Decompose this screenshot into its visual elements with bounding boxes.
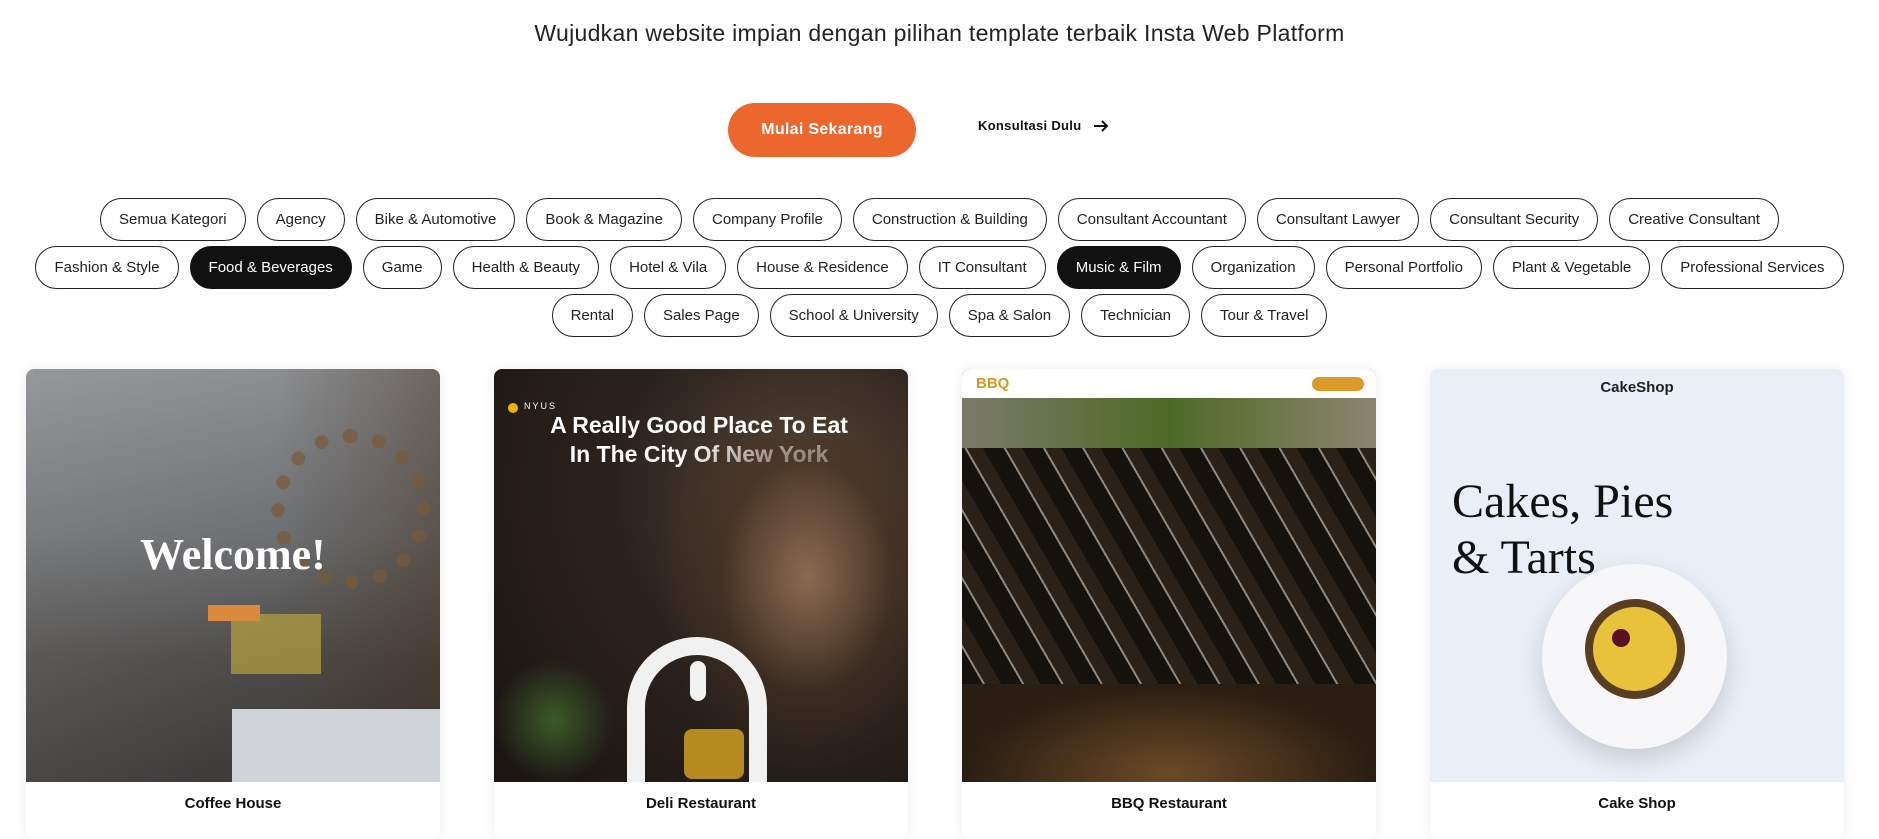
category-filter: Semua Kategori Agency Bike & Automotive Boo… — [0, 198, 1879, 342]
consult-link[interactable]: Konsultasi Dulu — [978, 118, 1109, 133]
preview-brand: CakeShop — [1600, 379, 1674, 396]
category-pill-sales-page[interactable]: Sales Page — [643, 294, 759, 337]
category-row: Semua Kategori Agency Bike & Automotive Boo… — [0, 198, 1879, 241]
start-now-button[interactable]: Mulai Sekarang — [728, 103, 916, 157]
template-name: Deli Restaurant — [645, 795, 757, 812]
category-pill-consultant-lawyer[interactable]: Consultant Lawyer — [1256, 198, 1420, 241]
category-pill-bike-automotive[interactable]: Bike & Automotive — [355, 198, 516, 241]
preview-heading: Welcome! — [140, 530, 326, 579]
template-preview: BBQ — [962, 369, 1376, 782]
category-pill-consultant-accountant[interactable]: Consultant Accountant — [1057, 198, 1246, 241]
category-pill-personal-portfolio[interactable]: Personal Portfolio — [1325, 246, 1483, 289]
template-card-bbq-restaurant[interactable]: BBQ BBQ Restaurant — [962, 369, 1376, 839]
category-pill-school-university[interactable]: School & University — [769, 294, 938, 337]
category-pill-health-beauty[interactable]: Health & Beauty — [452, 246, 600, 289]
preview-heading: Cakes, Pies & Tarts — [1452, 475, 1674, 584]
category-pill-consultant-security[interactable]: Consultant Security — [1430, 198, 1599, 241]
template-preview: NYUS A Really Good Place To Eat In The C… — [494, 369, 908, 782]
template-name: BBQ Restaurant — [1111, 795, 1227, 812]
template-preview: Welcome! — [26, 369, 440, 782]
template-name: Cake Shop — [1598, 795, 1676, 812]
template-card-deli-restaurant[interactable]: NYUS A Really Good Place To Eat In The C… — [494, 369, 908, 839]
category-row: Rental Sales Page School & University Spa &… — [0, 294, 1879, 337]
category-pill-technician[interactable]: Technician — [1081, 294, 1191, 337]
template-card-coffee-house[interactable]: Welcome! Coffee House — [26, 369, 440, 839]
category-pill-agency[interactable]: Agency — [256, 198, 345, 241]
template-card-cake-shop[interactable]: CakeShop Cakes, Pies & Tarts Cake Shop — [1430, 369, 1844, 839]
category-pill-house-residence[interactable]: House & Residence — [737, 246, 908, 289]
page-title: Wujudkan website impian dengan pilihan t… — [534, 20, 1345, 46]
category-pill-semua-kategori[interactable]: Semua Kategori — [100, 198, 246, 241]
category-pill-hotel-vila[interactable]: Hotel & Vila — [610, 246, 727, 289]
consult-label: Konsultasi Dulu — [978, 118, 1082, 133]
arrow-right-icon — [1094, 119, 1109, 132]
category-pill-spa-salon[interactable]: Spa & Salon — [948, 294, 1071, 337]
category-pill-construction-building[interactable]: Construction & Building — [852, 198, 1047, 241]
category-pill-tour-travel[interactable]: Tour & Travel — [1201, 294, 1328, 337]
template-preview: CakeShop Cakes, Pies & Tarts — [1430, 369, 1844, 782]
template-name: Coffee House — [184, 795, 282, 812]
category-pill-company-profile[interactable]: Company Profile — [692, 198, 842, 241]
category-row: Fashion & Style Food & Beverages Game Healt… — [0, 246, 1879, 289]
category-pill-music-film[interactable]: Music & Film — [1056, 246, 1181, 289]
preview-brand: BBQ — [976, 375, 1010, 392]
category-pill-food-beverages[interactable]: Food & Beverages — [189, 246, 352, 289]
category-pill-professional-services[interactable]: Professional Services — [1661, 246, 1844, 289]
category-pill-it-consultant[interactable]: IT Consultant — [918, 246, 1046, 289]
category-pill-book-magazine[interactable]: Book & Magazine — [526, 198, 682, 241]
category-pill-game[interactable]: Game — [362, 246, 442, 289]
preview-brand: NYUS — [524, 401, 558, 411]
category-pill-organization[interactable]: Organization — [1191, 246, 1315, 289]
category-pill-rental[interactable]: Rental — [551, 294, 633, 337]
category-pill-creative-consultant[interactable]: Creative Consultant — [1609, 198, 1779, 241]
category-pill-fashion-style[interactable]: Fashion & Style — [35, 246, 179, 289]
category-pill-plant-vegetable[interactable]: Plant & Vegetable — [1493, 246, 1651, 289]
